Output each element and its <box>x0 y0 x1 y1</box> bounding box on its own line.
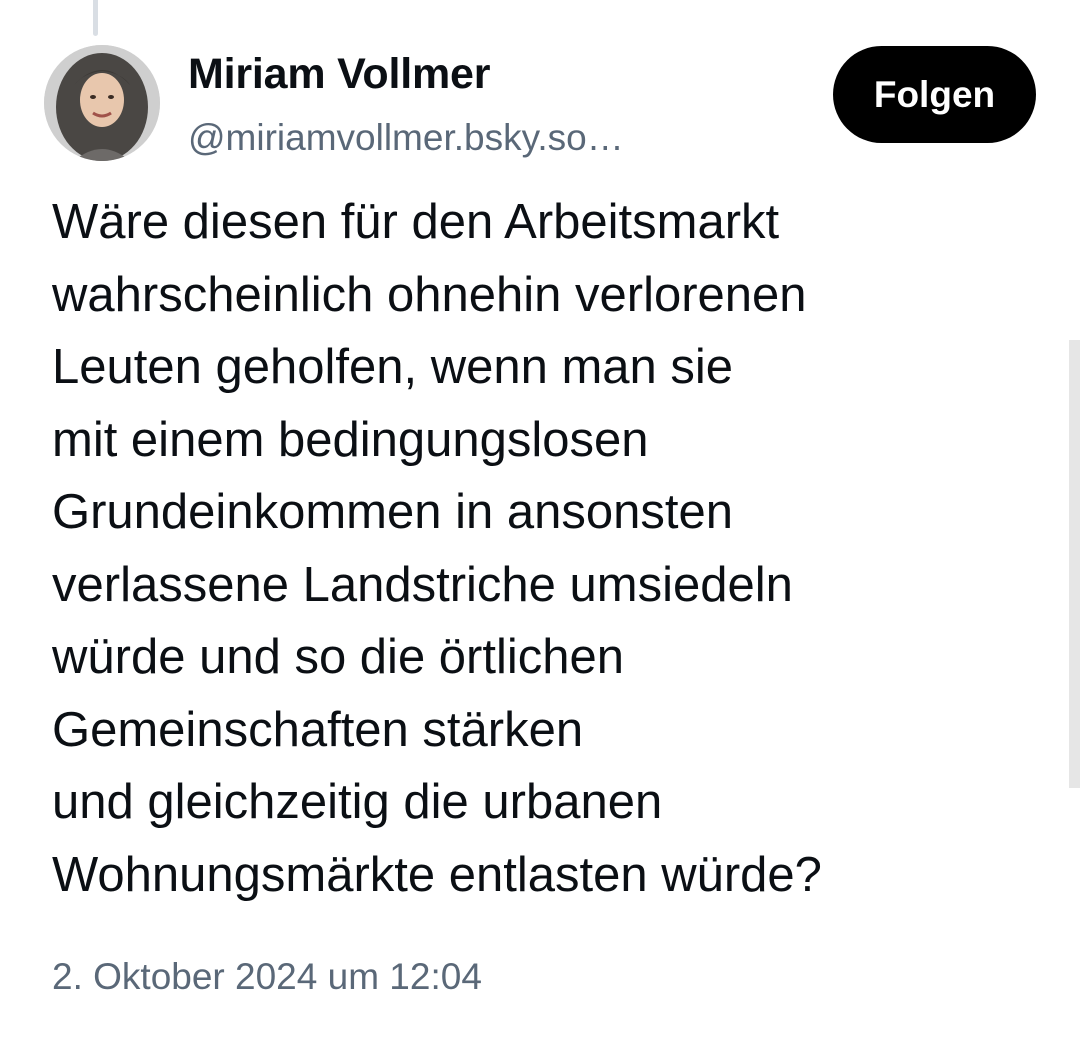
post-text-line: Wäre diesen für den Arbeitsmarkt <box>52 195 780 249</box>
post-text-line: verlassene Landstriche umsiedeln <box>52 557 793 612</box>
post-text-line: Gemeinschaften stärken <box>52 702 584 757</box>
scrollbar[interactable] <box>1069 340 1080 788</box>
post-text-line: und gleichzeitig die urbanen <box>52 775 663 829</box>
thread-connector-line <box>93 0 98 36</box>
post-text-line: mit einem bedingungslosen <box>52 412 649 467</box>
avatar[interactable] <box>44 45 160 161</box>
post-text-line: wahrscheinlich ohnehin verlorenen <box>52 267 807 322</box>
post-text-line: Grundeinkommen in ansonsten <box>52 485 733 539</box>
author-handle[interactable]: @miriamvollmer.bsky.so… <box>188 117 688 159</box>
avatar-photo-icon <box>44 45 160 161</box>
post-text: Wäre diesen für den Arbeitsmarkt wahrsch… <box>52 186 1052 911</box>
post-text-line: Leuten geholfen, wenn man sie <box>52 340 734 394</box>
post-text-line: würde und so die örtlichen <box>52 630 625 684</box>
post-timestamp[interactable]: 2. Oktober 2024 um 12:04 <box>52 956 482 998</box>
post-text-line: Wohnungsmärkte entlasten würde? <box>52 847 822 902</box>
author-display-name[interactable]: Miriam Vollmer <box>188 50 490 99</box>
follow-button[interactable]: Folgen <box>833 46 1036 143</box>
